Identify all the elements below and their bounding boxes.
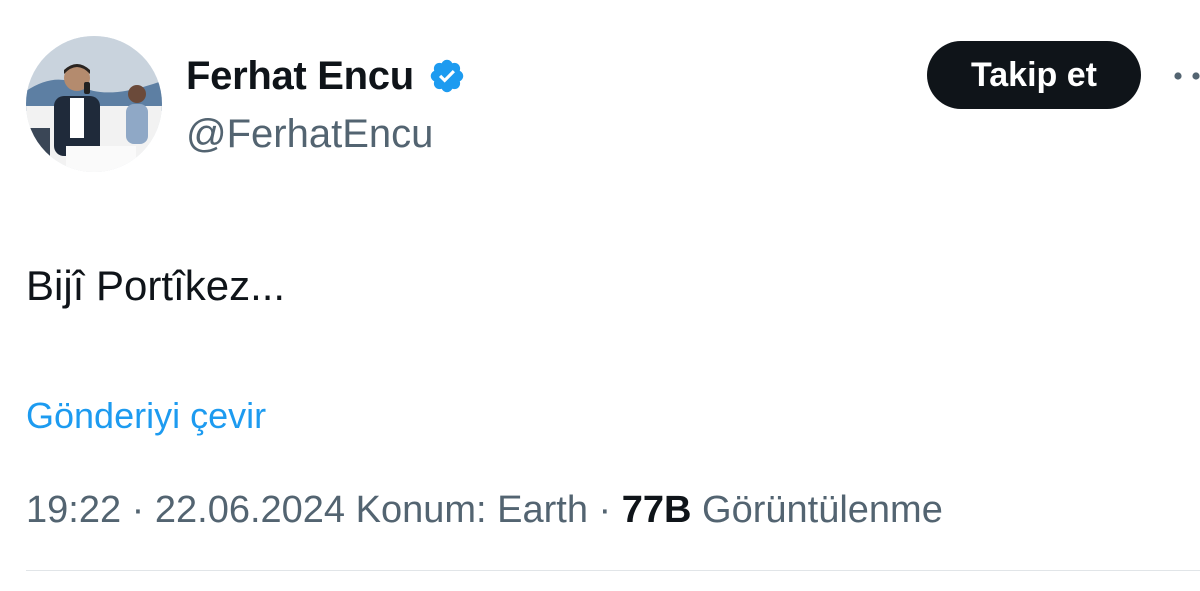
follow-button[interactable]: Takip et [927, 41, 1141, 109]
meta-separator: · [598, 489, 612, 531]
more-dots-icon[interactable] [1166, 56, 1200, 96]
avatar[interactable] [26, 36, 162, 172]
tweet-location: Konum: Earth [355, 489, 588, 531]
tweet-time[interactable]: 19:22 [26, 489, 121, 531]
translate-post-link[interactable]: Gönderiyi çevir [26, 392, 266, 440]
display-name[interactable]: Ferhat Encu [186, 50, 414, 102]
divider [26, 570, 1200, 571]
meta-separator: · [131, 489, 145, 531]
avatar-photo [26, 36, 162, 172]
user-handle[interactable]: @FerhatEncu [186, 108, 433, 160]
verified-badge-icon[interactable] [428, 57, 466, 95]
views-label: Görüntülenme [702, 489, 943, 531]
tweet-date[interactable]: 22.06.2024 [155, 489, 345, 531]
author-name-row: Ferhat Encu [186, 50, 466, 102]
tweet-text: Bijî Portîkez... [26, 262, 286, 309]
tweet-meta: 19:22 · 22.06.2024 Konum: Earth · 77B Gö… [26, 484, 943, 536]
views-count: 77B [621, 489, 692, 531]
